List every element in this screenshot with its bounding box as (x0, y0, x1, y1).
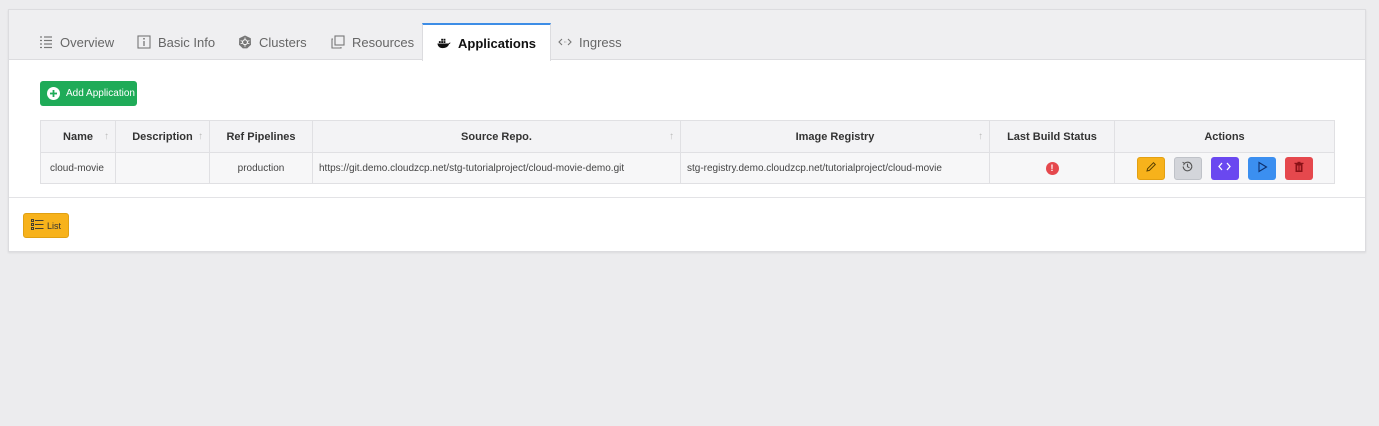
list-icon (39, 35, 53, 49)
tab-bar: Overview Basic Info Clusters Resources A… (9, 10, 1365, 61)
play-icon (1256, 161, 1268, 176)
application-panel: Overview Basic Info Clusters Resources A… (8, 9, 1366, 252)
list-button[interactable]: List (23, 213, 69, 238)
tab-ingress-label: Ingress (579, 34, 622, 50)
column-header-image-registry[interactable]: Image Registry ↑ (680, 120, 990, 153)
tab-applications-label: Applications (458, 35, 537, 51)
run-button[interactable] (1247, 156, 1276, 180)
kubernetes-icon (238, 35, 252, 49)
cell-source-repo: https://git.demo.cloudzcp.net/stg-tutori… (312, 152, 681, 184)
tab-ingress[interactable]: Ingress (544, 24, 636, 60)
code-icon (1218, 161, 1231, 175)
add-application-label: Add Application (66, 88, 135, 99)
code-button[interactable] (1210, 156, 1239, 180)
table-row: cloud-movie production https://git.demo.… (40, 152, 1335, 184)
sort-icon[interactable]: ↑ (978, 131, 983, 142)
column-header-description[interactable]: Description ↑ (115, 120, 210, 153)
tab-overview-label: Overview (60, 34, 115, 50)
column-header-name[interactable]: Name ↑ (40, 120, 116, 153)
pencil-icon (1145, 161, 1157, 176)
tab-basic-info[interactable]: Basic Info (123, 24, 229, 60)
sort-icon[interactable]: ↑ (669, 131, 674, 142)
tab-clusters[interactable]: Clusters (224, 24, 321, 60)
docker-icon (437, 36, 451, 50)
info-icon (137, 35, 151, 49)
code-icon (558, 35, 572, 49)
applications-table: Name ↑ Description ↑ Ref Pipelines Source … (40, 120, 1335, 184)
tab-resources[interactable]: Resources (317, 24, 428, 60)
cell-description (115, 152, 210, 184)
history-icon (1181, 160, 1194, 176)
cell-name: cloud-movie (40, 152, 116, 184)
cell-last-build-status: ! (989, 152, 1115, 184)
error-status-icon: ! (1045, 161, 1059, 175)
column-header-actions: Actions (1114, 120, 1335, 153)
cell-image-registry: stg-registry.demo.cloudzcp.net/tutorialp… (680, 152, 990, 184)
list-icon (31, 219, 44, 232)
column-header-ref-pipelines: Ref Pipelines (209, 120, 313, 153)
cell-actions (1114, 152, 1335, 184)
add-application-button[interactable]: Add Application (40, 81, 137, 106)
trash-icon (1293, 161, 1305, 176)
column-header-source-repo[interactable]: Source Repo. ↑ (312, 120, 681, 153)
list-button-label: List (47, 220, 62, 231)
tab-resources-label: Resources (352, 34, 415, 50)
tab-clusters-label: Clusters (259, 34, 307, 50)
sort-icon[interactable]: ↑ (104, 131, 109, 142)
sort-icon[interactable]: ↑ (198, 131, 203, 142)
edit-button[interactable] (1136, 156, 1165, 180)
column-header-last-build-status: Last Build Status (989, 120, 1115, 153)
cell-ref-pipelines: production (209, 152, 313, 184)
table-header-row: Name ↑ Description ↑ Ref Pipelines Source … (40, 120, 1335, 153)
plus-circle-icon (47, 87, 60, 100)
tab-overview[interactable]: Overview (25, 24, 128, 60)
delete-button[interactable] (1284, 156, 1313, 180)
tab-applications[interactable]: Applications (422, 23, 552, 61)
divider (9, 197, 1365, 198)
copy-icon (331, 35, 345, 49)
tab-basic-info-label: Basic Info (158, 34, 216, 50)
history-button[interactable] (1173, 156, 1202, 180)
